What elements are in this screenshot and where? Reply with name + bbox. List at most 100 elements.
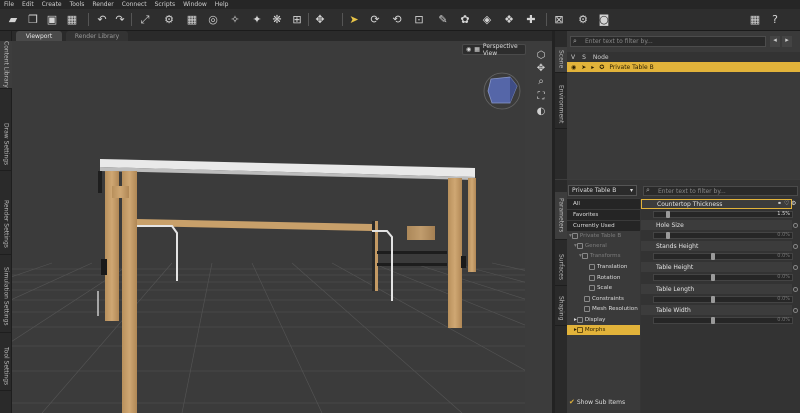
tab-render-library[interactable]: Render Library (66, 31, 128, 41)
tab-viewport[interactable]: Viewport (16, 31, 62, 41)
joint-editor-icon[interactable]: ⊡ (412, 12, 426, 26)
frame-icon[interactable]: ⛶ (534, 89, 548, 103)
scene-filter-input[interactable]: Enter text to filter by... (570, 36, 766, 47)
link-icon[interactable]: ⚭ (777, 200, 782, 207)
params-filter-input[interactable]: Enter text to filter by... (643, 186, 798, 196)
options-icon[interactable] (793, 265, 798, 270)
next-arrow-icon[interactable]: ▸ (782, 36, 792, 47)
surface-icon[interactable]: ✎ (436, 12, 450, 26)
slider-knob[interactable] (711, 253, 715, 260)
tab-environment[interactable]: Environment (555, 81, 567, 129)
select-icon[interactable]: ➤ (581, 64, 586, 71)
pointer-icon[interactable]: ✧ (228, 12, 242, 26)
slider-value[interactable]: 0.0% (777, 232, 790, 238)
view-menu-icon[interactable]: ◉ (466, 46, 471, 53)
options-icon[interactable] (793, 244, 798, 249)
pointer-select-icon[interactable]: ➤ (347, 12, 361, 26)
expand-icon[interactable]: ▸ (591, 64, 594, 71)
menu-render[interactable]: Render (92, 1, 113, 8)
eye-icon[interactable]: ◉ (571, 64, 576, 71)
hole-size-slider[interactable]: 0.0% (653, 232, 793, 239)
group-all[interactable]: All (567, 199, 640, 209)
options-icon[interactable] (793, 223, 798, 228)
menu-edit[interactable]: Edit (22, 1, 34, 8)
slider-knob[interactable] (711, 274, 715, 281)
group-currently-used[interactable]: Currently Used (567, 221, 640, 231)
tab-simulation-settings[interactable]: Simulation Settings (0, 261, 12, 333)
favorite-heart-icon[interactable]: ♡ (784, 200, 789, 207)
view-cube[interactable] (483, 72, 521, 110)
table-length-slider[interactable]: 0.0% (653, 296, 793, 303)
tool-icon[interactable]: ⚙ (162, 12, 176, 26)
prev-arrow-icon[interactable]: ◂ (770, 36, 780, 47)
geometry-icon[interactable]: ◈ (480, 12, 494, 26)
group-morphs[interactable]: ▸ Morphs (567, 325, 640, 335)
group-mesh-resolution[interactable]: Mesh Resolution (567, 304, 640, 314)
region-icon[interactable]: ✿ (458, 12, 472, 26)
group-constraints[interactable]: Constraints (567, 294, 640, 304)
render-icon[interactable]: ◙ (597, 12, 611, 26)
slider-knob[interactable] (666, 211, 670, 218)
slider-value[interactable]: 0.0% (777, 317, 790, 323)
tab-draw-settings[interactable]: Draw Settings (0, 119, 12, 171)
show-sub-items-toggle[interactable]: ✔ Show Sub Items (569, 397, 639, 407)
menu-file[interactable]: File (4, 1, 14, 8)
table-width-slider[interactable]: 0.0% (653, 317, 793, 324)
transform-icon[interactable]: ✥ (313, 12, 327, 26)
help-icon[interactable]: ? (768, 12, 782, 26)
orbit-icon[interactable]: ⬡ (534, 48, 548, 62)
slider-value[interactable]: 0.0% (777, 296, 790, 302)
tab-tool-settings[interactable]: Tool Settings (0, 343, 12, 391)
reset-view-icon[interactable]: ◐ (534, 104, 548, 118)
expand-icon[interactable]: ⤢ (138, 12, 152, 26)
group-scale[interactable]: Scale (567, 283, 640, 293)
menu-help[interactable]: Help (215, 1, 229, 8)
undo-icon[interactable]: ↶ (95, 12, 109, 26)
slider-value[interactable]: 0.0% (777, 274, 790, 280)
tab-parameters[interactable]: Parameters (555, 192, 567, 240)
spot-render-icon[interactable]: ⊠ (552, 12, 566, 26)
slider-value[interactable]: 1.5% (777, 211, 790, 217)
slider-knob[interactable] (711, 296, 715, 303)
tab-scene[interactable]: Scene (555, 47, 567, 73)
group-rotation[interactable]: Rotation (567, 273, 640, 283)
universal-icon[interactable]: ⟳ (368, 12, 382, 26)
options-icon[interactable] (793, 308, 798, 313)
tab-content-library[interactable]: Content Library (0, 41, 12, 89)
checkbox-checked-icon[interactable]: ✔ (569, 398, 575, 406)
table-height-slider[interactable]: 0.0% (653, 274, 793, 281)
countertop-thickness-slider[interactable]: 1.5% (653, 211, 793, 218)
save-icon[interactable]: ▣ (45, 12, 59, 26)
group-general[interactable]: ▾ General (567, 241, 640, 251)
render-settings-icon[interactable]: ⚙ (576, 12, 590, 26)
group-transforms[interactable]: ▾ Transforms (567, 251, 640, 261)
grid-icon[interactable]: ▦ (185, 12, 199, 26)
scene-icon[interactable]: ▦ (748, 12, 762, 26)
group-node[interactable]: ▾ Private Table B (567, 231, 640, 241)
menu-window[interactable]: Window (183, 1, 207, 8)
save-as-icon[interactable]: ▦ (65, 12, 79, 26)
slider-knob[interactable] (711, 317, 715, 324)
stands-height-slider[interactable]: 0.0% (653, 253, 793, 260)
zoom-icon[interactable]: ⌕ (534, 74, 548, 88)
tab-shaping[interactable]: Shaping (555, 292, 567, 326)
col-visible[interactable]: V (571, 54, 575, 61)
group-favorites[interactable]: Favorites (567, 210, 640, 220)
rotate-icon[interactable]: ✦ (250, 12, 264, 26)
col-node[interactable]: Node (593, 54, 609, 61)
view-selector[interactable]: ◉ ▦ Perspective View (462, 43, 526, 57)
menu-connect[interactable]: Connect (122, 1, 147, 8)
tab-surfaces[interactable]: Surfaces (555, 248, 567, 286)
node-select-icon[interactable]: ◎ (206, 12, 220, 26)
open-folder-icon[interactable]: ▰ (6, 12, 20, 26)
gear-icon[interactable]: ⚙ (791, 200, 796, 207)
open-file-icon[interactable]: ❐ (26, 12, 40, 26)
menu-create[interactable]: Create (42, 1, 62, 8)
group-display[interactable]: ▸ Display (567, 315, 640, 325)
redo-icon[interactable]: ↷ (113, 12, 127, 26)
menu-scripts[interactable]: Scripts (155, 1, 176, 8)
scale-icon[interactable]: ⊞ (290, 12, 304, 26)
pan-icon[interactable]: ✥ (534, 61, 548, 75)
power-pose-icon[interactable]: ✚ (524, 12, 538, 26)
options-icon[interactable] (793, 287, 798, 292)
